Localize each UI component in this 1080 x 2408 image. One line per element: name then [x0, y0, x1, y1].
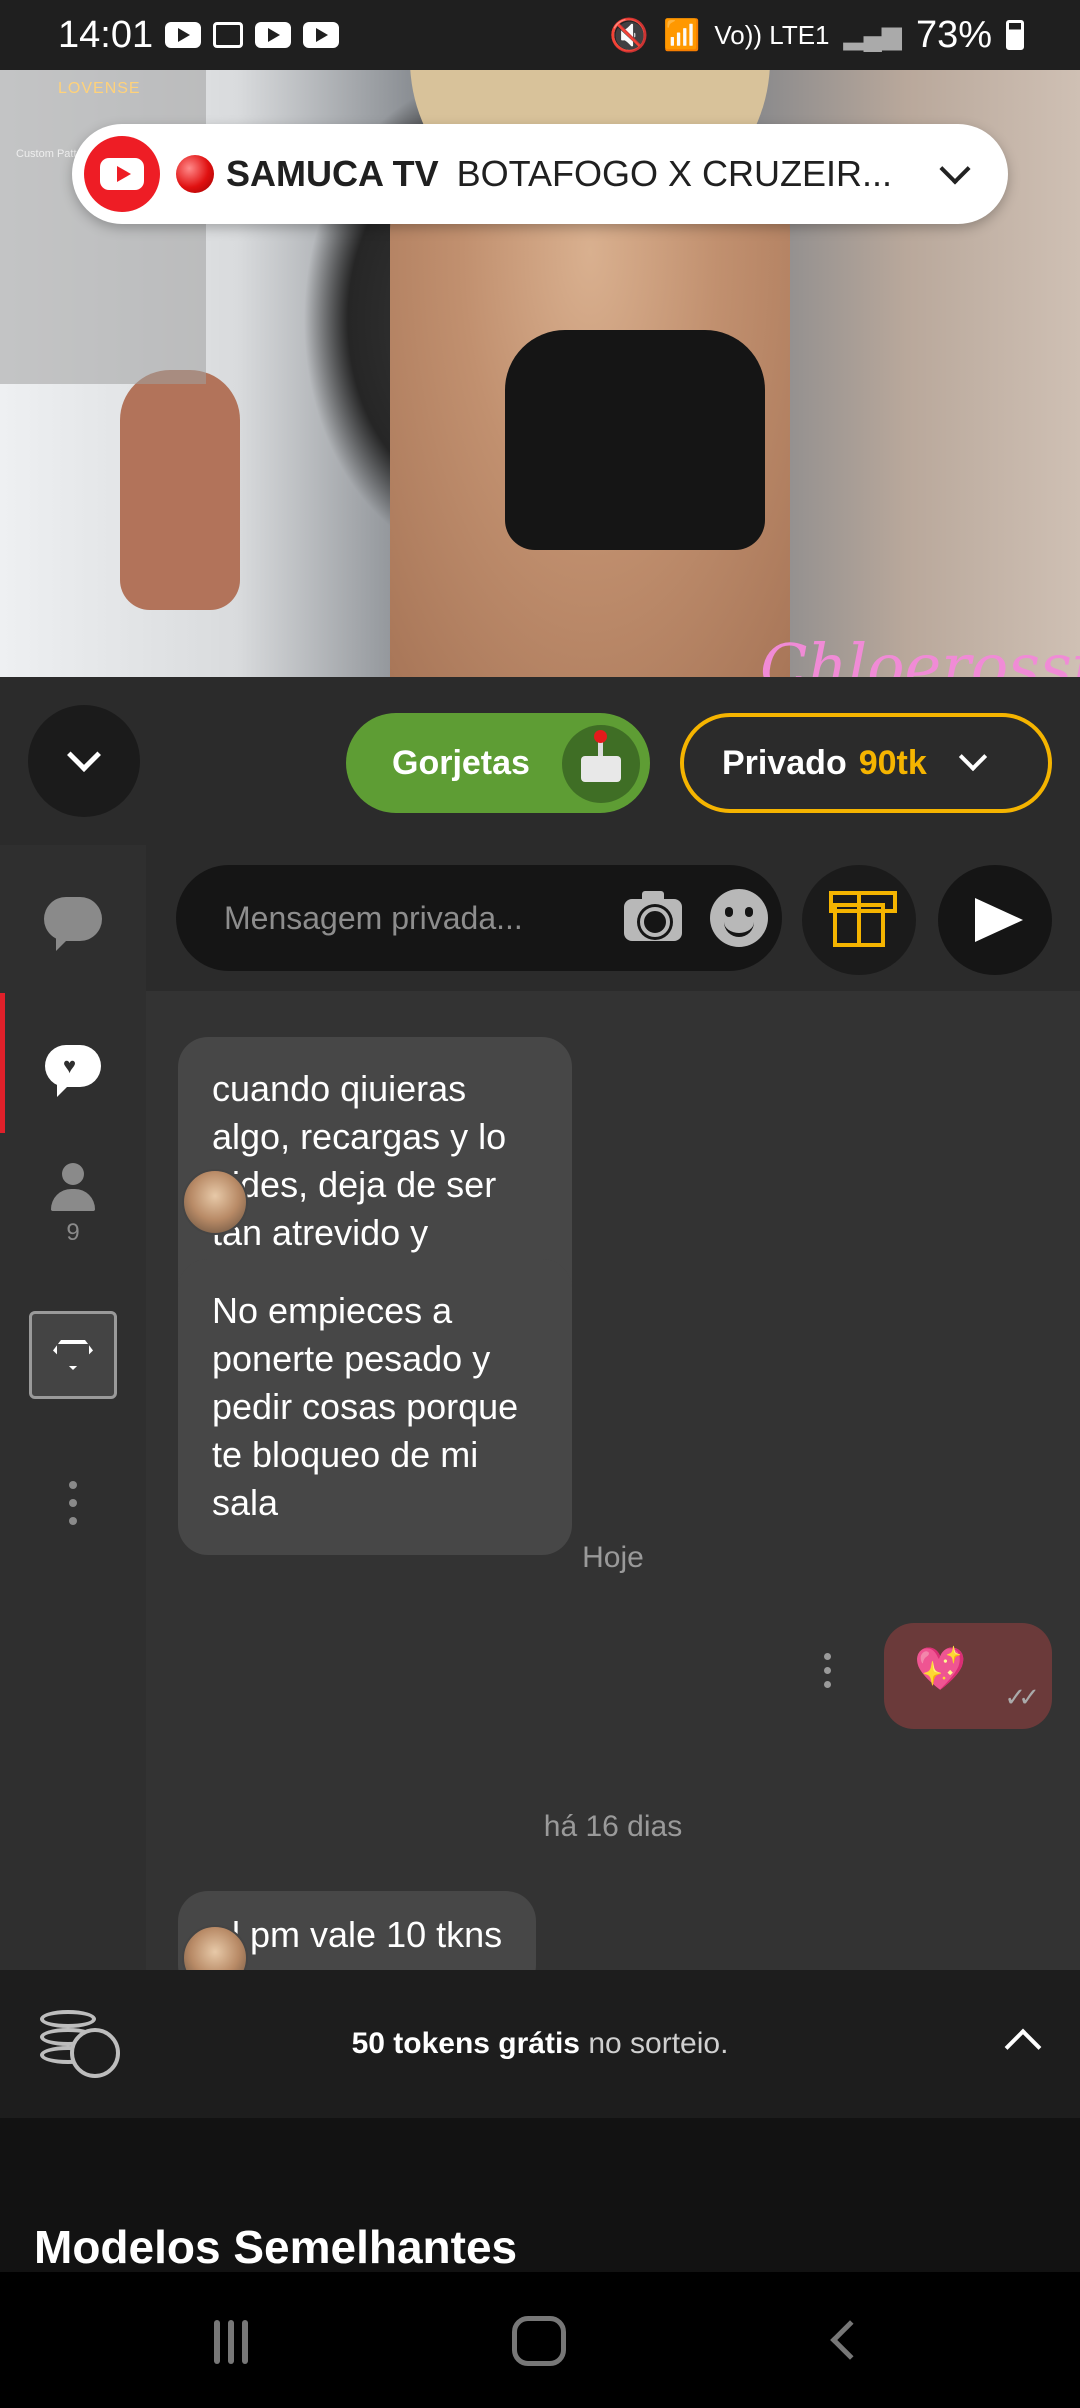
chat-bubble-icon	[44, 897, 102, 951]
mute-icon: 🔇	[609, 17, 650, 53]
status-right: 🔇 📶 Vo)) LTE1 ▂▄▆ 73%	[609, 14, 1024, 57]
similar-models-section: Modelos Semelhantes	[0, 2118, 1080, 2273]
promo-text: 50 tokens grátis no sorteio.	[0, 2027, 1080, 2061]
youtube-video-title: BOTAFOGO X CRUZEIR...	[456, 153, 893, 194]
message-text: No empieces a ponerte pesado y pedir cos…	[212, 1290, 519, 1523]
private-price: 90tk	[858, 743, 927, 782]
send-icon	[975, 898, 1023, 942]
section-title: Modelos Semelhantes	[34, 2221, 518, 2273]
promo-bold: 50 tokens grátis	[351, 2027, 580, 2060]
emoji-icon[interactable]	[710, 889, 768, 947]
battery-percent: 73%	[915, 13, 992, 56]
back-button[interactable]	[830, 2320, 870, 2360]
chat-input-bar	[146, 845, 1080, 991]
model-watermark: Chloerossi	[760, 630, 1080, 677]
battery-icon	[1006, 20, 1024, 50]
day-separator: há 16 dias	[543, 1810, 683, 1843]
message-text: el pm vale 10 tkns	[212, 1914, 503, 1955]
stream-controls: Gorjetas Privado 90tk	[0, 677, 1080, 845]
private-message-input[interactable]	[224, 899, 584, 937]
network-label: Vo)) LTE1	[714, 19, 830, 50]
gift-icon	[829, 891, 897, 947]
signal-icon: ▂▄▆	[843, 19, 902, 50]
incoming-message: No empieces a ponerte pesado y pedir cos…	[178, 1259, 572, 1555]
more-menu-button[interactable]	[0, 1481, 146, 1525]
chevron-down-icon[interactable]	[939, 153, 971, 185]
usb-notification-icon	[213, 22, 244, 48]
diamond-icon	[29, 1311, 117, 1399]
outgoing-message: 💖 ✓✓	[884, 1623, 1052, 1729]
send-button[interactable]	[938, 865, 1052, 975]
wifi-icon: 📶	[663, 18, 701, 52]
read-check-icon: ✓✓	[1004, 1682, 1039, 1712]
tab-public-chat[interactable]	[0, 897, 146, 951]
tips-label: Gorjetas	[392, 743, 530, 782]
lovense-logo: LOVENSE	[58, 80, 141, 97]
private-label: Privado	[722, 743, 847, 782]
live-dot-icon	[176, 155, 214, 193]
tab-fan-club[interactable]	[0, 1311, 146, 1399]
lovense-panel[interactable]: LOVENSE Custom Pattern	[0, 70, 206, 384]
sparkling-heart-icon: 💖	[914, 1645, 967, 1692]
camera-icon[interactable]	[624, 891, 682, 941]
chat-side-rail: ♥ 9	[0, 845, 146, 1970]
youtube-notification-icon	[165, 22, 202, 48]
home-button[interactable]	[512, 2316, 566, 2366]
kebab-icon	[69, 1481, 77, 1525]
free-tokens-banner[interactable]: 50 tokens grátis no sorteio.	[0, 1970, 1080, 2118]
day-separator: Hoje	[582, 1541, 644, 1574]
recents-button[interactable]	[214, 2320, 248, 2364]
tab-users[interactable]: 9	[0, 1163, 146, 1247]
system-nav-bar	[0, 2272, 1080, 2408]
youtube-logo-icon	[84, 136, 160, 212]
heart-chat-icon: ♥	[45, 1045, 101, 1097]
clock: 14:01	[58, 13, 154, 56]
vase	[120, 370, 240, 610]
status-left: 14:01	[58, 13, 340, 57]
avatar[interactable]	[182, 1169, 248, 1235]
performer-top	[505, 330, 765, 550]
youtube-live-pill[interactable]: SAMUCA TV BOTAFOGO X CRUZEIR...	[72, 124, 1008, 224]
status-bar: 14:01 🔇 📶 Vo)) LTE1 ▂▄▆ 73%	[0, 0, 1080, 70]
collapse-button[interactable]	[28, 705, 140, 817]
gift-button[interactable]	[802, 865, 916, 975]
user-icon	[49, 1163, 97, 1213]
chevron-down-icon	[67, 738, 101, 772]
joystick-icon	[562, 725, 640, 803]
promo-rest: no sorteio.	[580, 2027, 729, 2060]
message-input-wrap	[176, 865, 782, 971]
youtube-channel-name: SAMUCA TV	[226, 153, 439, 194]
youtube-notification-icon-2	[255, 22, 292, 48]
user-count: 9	[66, 1219, 80, 1246]
private-chat-panel: cuando qiuieras algo, recargas y lo pide…	[146, 845, 1080, 1970]
tips-button[interactable]: Gorjetas	[346, 713, 650, 813]
chevron-down-icon	[958, 742, 987, 772]
tab-private-chat[interactable]: ♥	[0, 1045, 146, 1097]
message-options-icon[interactable]	[824, 1653, 831, 1688]
private-show-button[interactable]: Privado 90tk	[680, 713, 1052, 813]
youtube-notification-icon-3	[303, 22, 340, 48]
